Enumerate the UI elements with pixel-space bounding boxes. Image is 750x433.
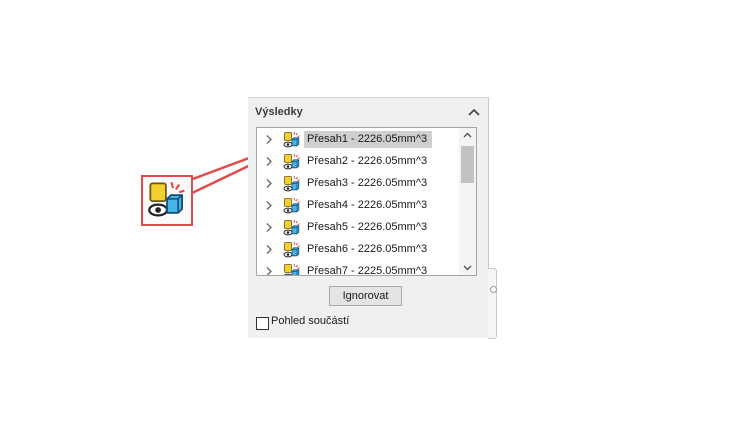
chevron-right-icon[interactable] [265,244,273,255]
result-label: Přesah1 - 2226.05mm^3 [304,131,433,148]
interference-icon [283,131,300,148]
chevron-right-icon[interactable] [265,222,273,233]
interference-icon [283,153,300,170]
list-item[interactable]: Přesah5 - 2226.05mm^3 [257,217,457,239]
interference-icon [284,263,300,275]
results-panel: Výsledky Přesah7 - 2225.05mm^3 Přesah6 -… [248,97,489,338]
panel-title: Výsledky [255,106,303,118]
ignore-button[interactable]: Ignorovat [329,286,402,306]
chevron-right-icon[interactable] [265,200,273,211]
interference-icon [283,175,300,192]
scroll-down-icon[interactable] [459,261,476,275]
panel-resize-handle[interactable] [488,268,497,339]
result-label: Přesah7 - 2225.05mm^3 [307,265,428,276]
list-item[interactable]: Přesah4 - 2226.05mm^3 [257,195,457,217]
interference-icon [148,181,185,217]
result-label: Přesah5 - 2226.05mm^3 [307,221,428,233]
list-item[interactable]: Přesah6 - 2226.05mm^3 [257,239,457,261]
component-view-checkbox[interactable] [256,317,269,330]
result-label: Přesah3 - 2226.05mm^3 [307,177,428,189]
results-list[interactable]: Přesah7 - 2225.05mm^3 Přesah6 - 2226.05m… [256,127,477,276]
chevron-right-icon[interactable] [265,266,273,276]
list-item[interactable]: Přesah2 - 2226.05mm^3 [257,151,457,173]
list-item[interactable]: Přesah3 - 2226.05mm^3 [257,173,457,195]
result-label: Přesah6 - 2226.05mm^3 [307,243,428,255]
chevron-right-icon[interactable] [265,156,273,167]
zoomed-interference-icon [141,175,193,226]
interference-icon [283,241,300,258]
list-item[interactable]: Přesah1 - 2226.05mm^3 [257,129,457,151]
list-item[interactable]: Přesah7 - 2225.05mm^3 [257,261,457,276]
chevron-up-icon[interactable] [467,106,481,118]
scroll-up-icon[interactable] [459,128,476,142]
vertical-scrollbar[interactable] [459,128,476,275]
interference-icon [283,219,300,236]
chevron-right-icon[interactable] [265,134,273,145]
result-label: Přesah4 - 2226.05mm^3 [307,199,428,211]
component-view-label: Pohled součástí [271,315,350,327]
chevron-right-icon[interactable] [265,178,273,189]
scroll-thumb[interactable] [461,146,474,183]
result-label: Přesah2 - 2226.05mm^3 [307,155,428,167]
interference-icon [283,197,300,214]
